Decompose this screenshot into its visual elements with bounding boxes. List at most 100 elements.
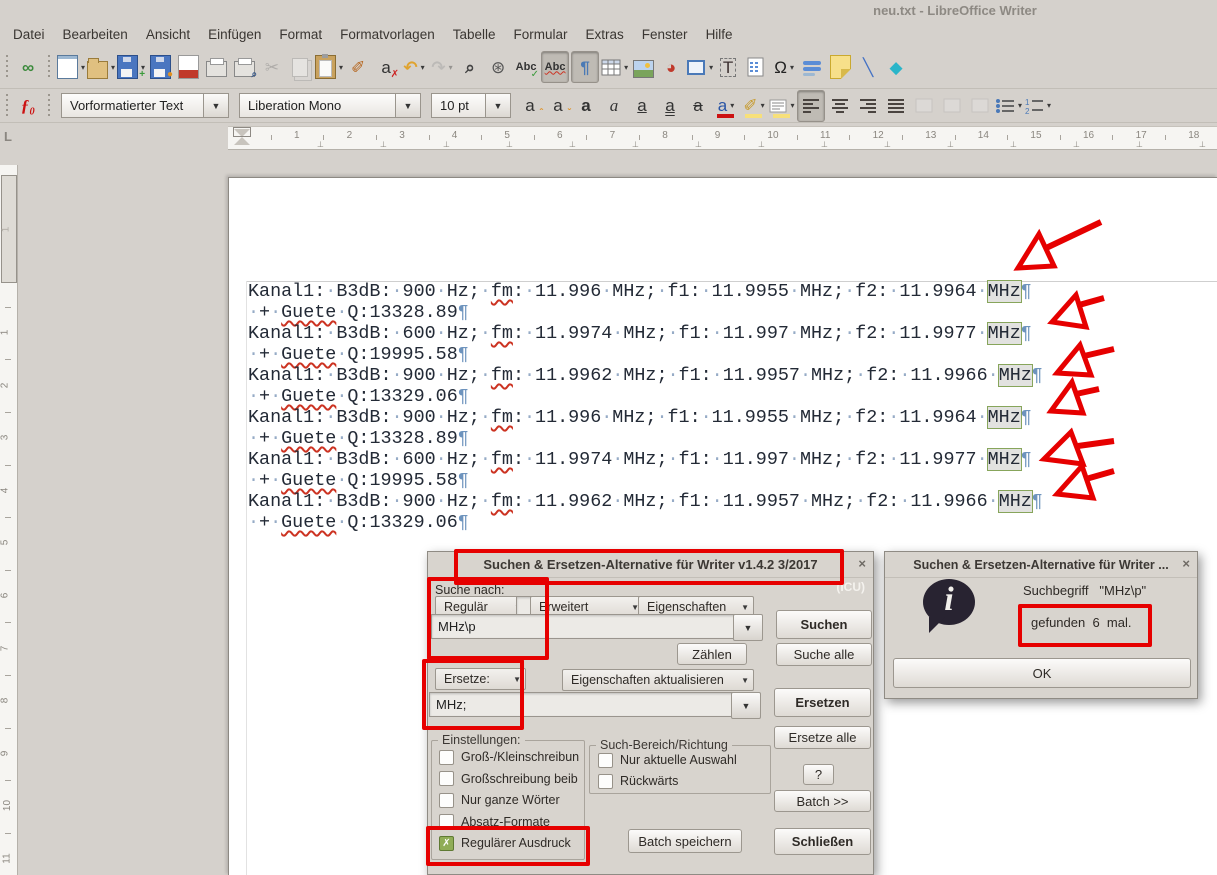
chevron-down-icon[interactable]: ▾ (790, 101, 794, 110)
double-underline-icon[interactable]: a (657, 91, 683, 121)
close-icon[interactable]: × (858, 556, 866, 571)
replace-history-dropdown-icon[interactable]: ▼ (731, 692, 761, 719)
insert-frame-icon[interactable]: ▾ (686, 52, 713, 82)
vertical-ruler[interactable]: 1 1234567891011 (0, 165, 18, 875)
numbered-list-icon[interactable]: 12▾ (1024, 91, 1051, 121)
search-all-button[interactable]: Suche alle (776, 643, 872, 666)
chevron-down-icon[interactable]: ▼ (485, 93, 511, 118)
strikethrough-icon[interactable]: a (685, 91, 711, 121)
navigator-icon[interactable]: ⊛ (485, 52, 511, 82)
checkbox-absatz-formate[interactable]: Absatz-Formate (439, 814, 550, 830)
text-line[interactable]: ·+·Guete·Q:13329.06¶ (248, 512, 1043, 533)
text-line[interactable]: Kanal1:·B3dB:·600·Hz;·fm:·11.9974·MHz;·f… (248, 449, 1043, 470)
chevron-down-icon[interactable]: ▾ (111, 63, 115, 72)
toolbar-grip[interactable] (4, 94, 10, 118)
chevron-down-icon[interactable]: ▾ (624, 63, 628, 72)
paragraph-style-combobox[interactable]: Vorformatierter Text ▼ (61, 93, 229, 118)
menu-item-bearbeiten[interactable]: Bearbeiten (54, 24, 137, 45)
toolbar-grip[interactable] (4, 55, 10, 79)
insert-line-icon[interactable]: ╲ (855, 52, 881, 82)
align-right-icon[interactable] (855, 91, 881, 121)
chevron-down-icon[interactable]: ▾ (709, 63, 713, 72)
chevron-down-icon[interactable]: ▾ (1018, 101, 1022, 110)
checkbox-gross-kleinschreibun[interactable]: Groß-/Kleinschreibun (439, 749, 579, 765)
insert-header-footer-icon[interactable] (799, 52, 825, 82)
print-icon[interactable] (203, 52, 229, 82)
menu-item-hilfe[interactable]: Hilfe (697, 24, 742, 45)
menu-item-ansicht[interactable]: Ansicht (137, 24, 199, 45)
close-button[interactable]: Schließen (774, 828, 871, 855)
text-line[interactable]: ·+·Guete·Q:13329.06¶ (248, 386, 1043, 407)
undo-icon[interactable]: ↶▾ (401, 52, 427, 82)
text-line[interactable]: Kanal1:·B3dB:·600·Hz;·fm:·11.9974·MHz;·f… (248, 323, 1043, 344)
menu-item-fenster[interactable]: Fenster (633, 24, 697, 45)
text-line[interactable]: ·+·Guete·Q:19995.58¶ (248, 470, 1043, 491)
export-pdf-icon[interactable] (175, 52, 201, 82)
menu-item-formular[interactable]: Formular (505, 24, 577, 45)
chevron-down-icon[interactable]: ▾ (1047, 101, 1051, 110)
autospellcheck-icon[interactable]: Abc (541, 51, 569, 83)
text-line[interactable]: ·+·Guete·Q:13328.89¶ (248, 302, 1043, 323)
menu-item-format[interactable]: Format (270, 24, 331, 45)
chevron-down-icon[interactable]: ▾ (421, 63, 425, 72)
replace-dropdown[interactable]: Ersetze:▼ (435, 668, 526, 690)
save-icon[interactable]: ● (147, 52, 173, 82)
align-center-icon[interactable] (827, 91, 853, 121)
ok-button[interactable]: OK (893, 658, 1191, 688)
batch-button[interactable]: Batch >> (774, 790, 871, 812)
clone-formatting-icon[interactable]: ✐ (345, 52, 371, 82)
insert-chart-icon[interactable]: ◕ (658, 52, 684, 82)
tabstop-type-selector[interactable]: L (4, 129, 12, 144)
insert-table-icon[interactable]: ▾ (601, 52, 628, 82)
chevron-down-icon[interactable]: ▼ (395, 93, 421, 118)
checkbox-nur-aktuelle-auswahl[interactable]: Nur aktuelle Auswahl (598, 752, 737, 768)
insert-field-icon[interactable] (743, 52, 769, 82)
checkbox-rueckwaerts[interactable]: Rückwärts (598, 773, 678, 789)
text-line[interactable]: ·+·Guete·Q:13328.89¶ (248, 428, 1043, 449)
replace-input[interactable]: MHz; (429, 692, 735, 717)
align-left-icon[interactable] (797, 90, 825, 122)
info-dialog-titlebar[interactable]: Suchen & Ersetzen-Alternative für Writer… (885, 552, 1197, 578)
menu-item-formatvorlagen[interactable]: Formatvorlagen (331, 24, 444, 45)
superscript-icon[interactable]: aˆ (517, 91, 543, 121)
text-line[interactable]: Kanal1:·B3dB:·900·Hz;·fm:·11.9962·MHz;·f… (248, 365, 1043, 386)
search-dialog-titlebar[interactable]: Suchen & Ersetzen-Alternative für Writer… (428, 552, 873, 578)
chevron-down-icon[interactable]: ▾ (790, 63, 794, 72)
font-name-combobox[interactable]: Liberation Mono ▼ (239, 93, 421, 118)
spelling-icon[interactable]: Abc✓ (513, 52, 539, 82)
menu-item-einfuegen[interactable]: Einfügen (199, 24, 270, 45)
insert-textbox-icon[interactable]: T (715, 52, 741, 82)
background-color-icon[interactable]: ▾ (769, 91, 795, 121)
chevron-down-icon[interactable]: ▾ (761, 101, 765, 110)
insert-comment-icon[interactable] (827, 52, 853, 82)
horizontal-ruler[interactable]: 123456789101112131415161718⊥⊥⊥⊥⊥⊥⊥⊥⊥⊥⊥⊥⊥… (228, 126, 1217, 150)
chevron-down-icon[interactable]: ▼ (203, 93, 229, 118)
menu-item-datei[interactable]: Datei (4, 24, 54, 45)
find-replace-icon[interactable]: ⌕ (457, 52, 483, 82)
replace-button[interactable]: Ersetzen (774, 688, 871, 717)
text-line[interactable]: Kanal1:·B3dB:·900·Hz;·fm:·11.996·MHz;·f1… (248, 281, 1043, 302)
italic-icon[interactable]: a (601, 91, 627, 121)
insert-image-icon[interactable] (630, 52, 656, 82)
checkbox-nur-ganze-woerter[interactable]: Nur ganze Wörter (439, 792, 560, 808)
toolbar-grip[interactable] (46, 94, 52, 118)
save-as-icon[interactable]: +▾ (117, 52, 145, 82)
search-button[interactable]: Suchen (776, 610, 872, 639)
align-justify-icon[interactable] (883, 91, 909, 121)
checkbox-grossschreibung-beib[interactable]: Großschreibung beib (439, 771, 578, 787)
new-document-icon[interactable]: ▾ (57, 52, 85, 82)
text-line[interactable]: Kanal1:·B3dB:·900·Hz;·fm:·11.9962·MHz;·f… (248, 491, 1043, 512)
formatting-marks-icon[interactable]: ¶ (571, 51, 599, 83)
search-history-dropdown-icon[interactable]: ▼ (733, 614, 763, 641)
menu-item-tabelle[interactable]: Tabelle (444, 24, 505, 45)
count-button[interactable]: Zählen (677, 643, 747, 665)
batch-save-button[interactable]: Batch speichern (628, 829, 742, 853)
underline-icon[interactable]: a (629, 91, 655, 121)
toolbar-grip[interactable] (46, 55, 52, 79)
search-input[interactable]: MHz\p (431, 614, 739, 639)
paste-icon[interactable]: ▾ (315, 52, 343, 82)
menu-item-extras[interactable]: Extras (577, 24, 633, 45)
chevron-down-icon[interactable]: ▾ (81, 63, 85, 72)
document-text[interactable]: Kanal1:·B3dB:·900·Hz;·fm:·11.996·MHz;·f1… (248, 281, 1043, 533)
find-toolbar-icon[interactable]: ∞ (15, 52, 41, 82)
